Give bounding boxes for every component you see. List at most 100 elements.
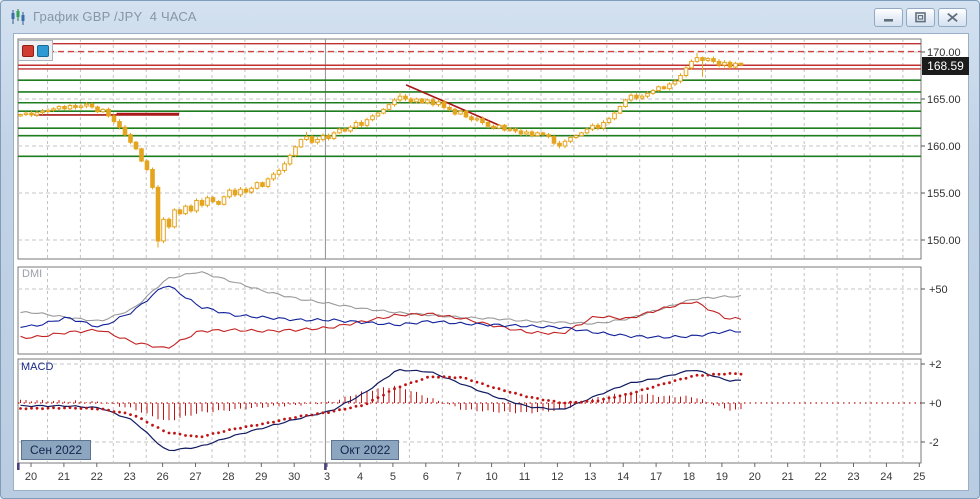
macd-signal-dot xyxy=(718,373,721,376)
buy-marker-button[interactable] xyxy=(37,45,49,57)
macd-signal-dot xyxy=(465,377,468,380)
candle xyxy=(68,106,72,109)
macd-signal-dot xyxy=(393,387,396,390)
candle xyxy=(74,106,78,108)
macd-signal-dot xyxy=(591,400,594,403)
macd-signal-dot xyxy=(597,400,600,403)
candle xyxy=(200,201,204,206)
macd-signal-dot xyxy=(184,434,187,437)
macd-signal-dot xyxy=(102,408,105,411)
macd-signal-dot xyxy=(36,407,39,410)
macd-signal-dot xyxy=(47,407,50,410)
macd-signal-dot xyxy=(630,392,633,395)
macd-signal-dot xyxy=(371,399,374,402)
macd-signal-dot xyxy=(668,381,671,384)
candle xyxy=(195,201,199,211)
axis-label: 4 xyxy=(357,471,363,483)
macd-signal-dot xyxy=(575,401,578,404)
candle xyxy=(624,100,628,107)
candle xyxy=(365,120,369,126)
axis-label: 160.00 xyxy=(927,141,961,153)
candle xyxy=(739,63,743,65)
candle xyxy=(723,62,727,65)
axis-label: 26 xyxy=(156,471,168,483)
candle xyxy=(481,119,485,123)
candle xyxy=(228,190,232,197)
candle xyxy=(486,123,490,127)
macd-signal-dot xyxy=(514,392,517,395)
candle xyxy=(420,99,424,103)
candle xyxy=(222,197,226,205)
candle xyxy=(145,161,149,169)
candle xyxy=(360,123,364,126)
macd-signal-dot xyxy=(580,401,583,404)
candle xyxy=(536,133,540,136)
candle xyxy=(728,62,732,67)
candle xyxy=(409,99,413,102)
macd-signal-dot xyxy=(96,408,99,411)
macd-signal-dot xyxy=(646,387,649,390)
macd-signal-dot xyxy=(481,382,484,385)
macd-signal-dot xyxy=(553,400,556,403)
macd-signal-dot xyxy=(448,376,451,379)
candle xyxy=(492,126,496,128)
month-tick xyxy=(17,463,20,470)
candle xyxy=(239,189,243,195)
main-chart-panel[interactable] xyxy=(18,39,921,259)
macd-signal-dot xyxy=(305,414,308,417)
macd-signal-dot xyxy=(228,428,231,431)
macd-signal-dot xyxy=(344,408,347,411)
candle xyxy=(679,76,683,82)
macd-signal-dot xyxy=(19,407,22,410)
macd-signal-dot xyxy=(619,395,622,398)
candle xyxy=(250,188,254,192)
candle xyxy=(118,122,122,128)
macd-signal-dot xyxy=(289,417,292,420)
candle xyxy=(431,100,435,105)
macd-panel[interactable] xyxy=(18,359,921,463)
macd-signal-dot xyxy=(190,434,193,437)
candle xyxy=(734,63,738,67)
axis-label: +0 xyxy=(929,398,942,410)
macd-signal-dot xyxy=(547,399,550,402)
candle xyxy=(640,96,644,98)
candle xyxy=(618,107,622,114)
macd-signal-dot xyxy=(135,415,138,418)
macd-signal-dot xyxy=(322,411,325,414)
candle xyxy=(426,100,430,103)
month-label-september: Сен 2022 xyxy=(21,440,91,460)
candle xyxy=(651,91,655,94)
macd-signal-dot xyxy=(69,406,72,409)
candle xyxy=(354,123,358,128)
candle xyxy=(217,201,221,204)
macd-signal-dot xyxy=(173,432,176,435)
axis-label: 155.00 xyxy=(927,188,961,200)
macd-signal-dot xyxy=(146,421,149,424)
macd-signal-dot xyxy=(162,429,165,432)
candle xyxy=(574,136,578,138)
macd-signal-dot xyxy=(85,407,88,410)
candle xyxy=(607,119,611,123)
sell-marker-button[interactable] xyxy=(22,45,34,57)
candle xyxy=(453,109,457,114)
macd-signal-dot xyxy=(118,411,121,414)
candle xyxy=(580,133,584,136)
candle xyxy=(151,170,155,188)
candle xyxy=(552,137,556,144)
candle xyxy=(415,99,419,102)
dmi-panel[interactable] xyxy=(18,267,921,354)
macd-signal-dot xyxy=(107,409,110,412)
macd-signal-dot xyxy=(520,394,523,397)
axis-label: 11 xyxy=(519,471,530,483)
axis-label: 23 xyxy=(847,471,859,483)
candle xyxy=(156,187,160,241)
axis-label: 27 xyxy=(189,471,201,483)
macd-signal-dot xyxy=(492,386,495,389)
macd-signal-dot xyxy=(206,434,209,437)
axis-label: 13 xyxy=(584,471,596,483)
candle xyxy=(541,133,545,135)
candle xyxy=(35,113,39,115)
axis-label: 20 xyxy=(749,471,761,483)
candle xyxy=(558,143,562,146)
candle xyxy=(52,109,56,110)
